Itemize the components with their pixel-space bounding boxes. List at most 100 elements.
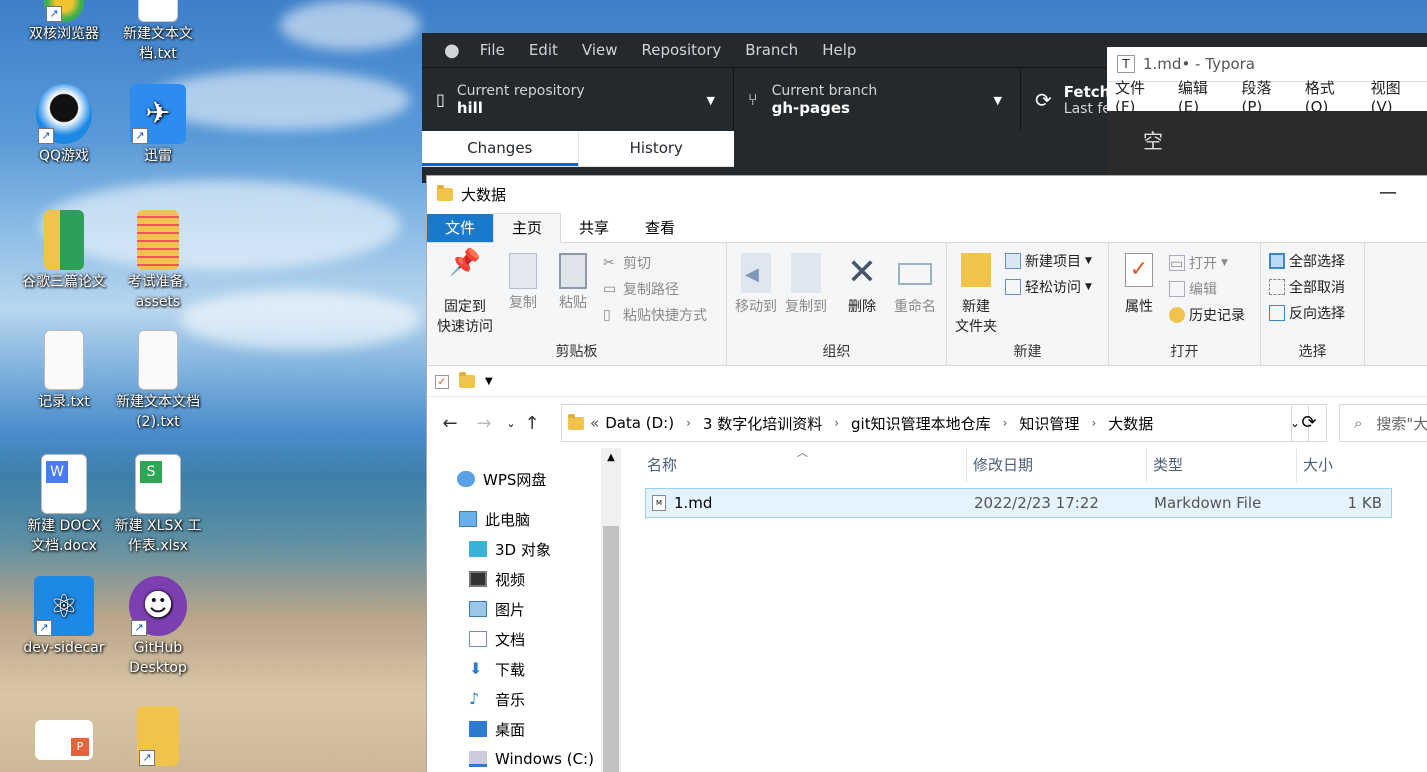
new-folder-button[interactable]: 新建 文件夹 — [951, 253, 1001, 337]
typora-editor[interactable]: 空 — [1107, 111, 1427, 168]
cut-button[interactable]: ✂ 剪切 — [603, 253, 651, 273]
desktop-icon-xlsx[interactable]: S 新建 XLSX 工 作表.xlsx — [110, 454, 206, 556]
up-arrow-icon[interactable]: ↑ — [521, 413, 543, 434]
fetch-label: Fetch — [1063, 82, 1111, 101]
copy-path-button[interactable]: ▭ 复制路径 — [603, 279, 679, 299]
paste-button[interactable]: 粘贴 — [551, 253, 595, 313]
breadcrumb-item[interactable]: 知识管理 — [1019, 413, 1079, 434]
table-row[interactable]: M 1.md 2022/2/23 17:22 Markdown File 1 K… — [645, 488, 1392, 518]
menu-edit[interactable]: Edit — [517, 41, 570, 59]
delete-button[interactable]: ✕ 删除 — [837, 253, 887, 317]
nav-item-pictures[interactable]: 图片 — [469, 598, 525, 620]
refresh-button[interactable]: ⟳ — [1291, 404, 1327, 442]
forward-arrow-icon[interactable]: → — [467, 413, 501, 434]
tab-view[interactable]: 查看 — [627, 214, 693, 242]
desktop-icon-qq-game[interactable]: ↗ QQ游戏 — [16, 84, 112, 166]
desktop-icon-label: 迅雷 — [144, 148, 172, 164]
desktop-icon-exam-assets[interactable]: 考试准备. assets — [110, 210, 206, 312]
cloud — [280, 0, 420, 50]
invert-selection-button[interactable]: 反向选择 — [1269, 303, 1345, 323]
nav-item-documents[interactable]: 文档 — [469, 628, 525, 650]
pin-quick-access-button[interactable]: 📌 固定到 快速访问 — [433, 250, 497, 337]
desktop-icon-dev-sidecar[interactable]: ⚛ ↗ dev-sidecar — [16, 576, 112, 658]
breadcrumb-item[interactable]: git知识管理本地仓库 — [851, 413, 991, 434]
menu-view[interactable]: View — [570, 41, 630, 59]
current-branch-button[interactable]: ⑂ Current branch gh-pages ▼ — [734, 68, 1021, 131]
menu-repository[interactable]: Repository — [630, 41, 734, 59]
nav-label: 桌面 — [495, 720, 526, 739]
tab-file[interactable]: 文件 — [427, 214, 494, 242]
typora-menu-view[interactable]: 视图(V) — [1363, 77, 1427, 116]
menu-branch[interactable]: Branch — [733, 41, 810, 59]
chevron-down-icon[interactable]: ▼ — [485, 376, 493, 387]
github-logo-icon: ● — [444, 39, 460, 61]
nav-item-3d-objects[interactable]: 3D 对象 — [469, 538, 551, 560]
folder-icon — [137, 210, 179, 270]
properties-button[interactable]: ✓ 属性 — [1115, 253, 1163, 317]
open-button[interactable]: ▭ 打开 ▼ — [1169, 253, 1228, 273]
desktop-icon-browser[interactable]: ↗ 双核浏览器 — [16, 0, 112, 44]
properties-check-icon[interactable]: ✓ — [435, 374, 449, 389]
select-all-button[interactable]: 全部选择 — [1269, 251, 1345, 271]
typora-menu-edit[interactable]: 编辑(E) — [1170, 77, 1234, 116]
shortcut-arrow-icon: ↗ — [131, 620, 147, 636]
tab-history[interactable]: History — [577, 131, 735, 166]
nav-item-videos[interactable]: 视频 — [469, 568, 525, 590]
desktop-icon-thunder[interactable]: ✈ ↗ 迅雷 — [110, 84, 206, 166]
breadcrumb-overflow[interactable]: « — [590, 414, 599, 432]
typora-menu-paragraph[interactable]: 段落(P) — [1234, 77, 1297, 116]
menu-help[interactable]: Help — [810, 41, 868, 59]
column-header-name[interactable]: 名称 — [641, 448, 967, 482]
breadcrumb[interactable]: « Data (D:) › 3 数字化培训资料 › git知识管理本地仓库 › 知识管… — [561, 404, 1309, 442]
nav-item-downloads[interactable]: ⬇ 下载 — [469, 658, 525, 680]
current-repository-button[interactable]: ▯ Current repository hill ▼ — [422, 68, 734, 131]
desktop-icon-textfile[interactable]: 新建文本文 档.txt — [110, 0, 206, 64]
desktop-icon-record-txt[interactable]: 记录.txt — [16, 330, 112, 412]
select-none-button[interactable]: 全部取消 — [1269, 277, 1345, 297]
desktop-icon-folder-bottom[interactable]: ↗ — [110, 706, 206, 768]
scroll-up-arrow-icon[interactable]: ▲ — [601, 448, 621, 463]
chevron-down-icon: ▼ — [993, 94, 1002, 107]
rename-button[interactable]: 重命名 — [887, 253, 943, 317]
nav-item-music[interactable]: ♪ 音乐 — [469, 688, 525, 710]
recent-chevron-icon[interactable]: ⌄ — [501, 417, 521, 430]
paste-icon — [559, 253, 587, 289]
tab-changes[interactable]: Changes — [422, 131, 578, 166]
copy-to-button[interactable]: 复制到 — [781, 253, 831, 317]
breadcrumb-item[interactable]: 大数据 — [1108, 413, 1153, 434]
nav-scrollbar[interactable]: ▲ — [601, 448, 621, 772]
minimize-button[interactable]: — — [1379, 182, 1397, 203]
typora-menu-file[interactable]: 文件(F) — [1107, 77, 1170, 116]
copy-button[interactable]: 复制 — [501, 253, 545, 313]
desktop-icon-github-desktop[interactable]: ☻ ↗ GitHub Desktop — [110, 576, 206, 678]
tab-share[interactable]: 共享 — [561, 214, 627, 242]
nav-item-wps-cloud[interactable]: WPS网盘 — [457, 468, 546, 490]
nav-item-desktop[interactable]: 桌面 — [469, 718, 525, 740]
desktop-icon-papers[interactable]: 谷歌三篇论文 — [16, 210, 112, 292]
folder-icon[interactable] — [459, 372, 475, 388]
easy-access-button[interactable]: 轻松访问 ▼ — [1005, 277, 1092, 297]
desktop-icon-docx[interactable]: W 新建 DOCX 文档.docx — [16, 454, 112, 556]
edit-button[interactable]: 编辑 — [1169, 279, 1217, 299]
column-header-type[interactable]: 类型 — [1147, 448, 1297, 482]
paste-shortcut-button[interactable]: ▯ 粘贴快捷方式 — [603, 305, 707, 325]
nav-item-this-pc[interactable]: 此电脑 — [459, 508, 530, 530]
scrollbar-thumb[interactable] — [603, 526, 619, 772]
column-header-date[interactable]: 修改日期 — [967, 448, 1147, 482]
breadcrumb-item[interactable]: Data (D:) — [605, 414, 674, 432]
search-input[interactable]: ⌕ 搜索"大 — [1339, 404, 1427, 442]
back-arrow-icon[interactable]: ← — [433, 413, 467, 434]
typora-menu-format[interactable]: 格式(O) — [1297, 77, 1363, 116]
rename-icon — [898, 263, 932, 285]
move-to-button[interactable]: ◀ 移动到 — [731, 253, 781, 317]
history-button[interactable]: 历史记录 — [1169, 305, 1245, 325]
column-header-size[interactable]: 大小 — [1297, 448, 1392, 482]
desktop-icon-ppt[interactable]: P — [16, 720, 112, 762]
desktop-icon-textfile-2[interactable]: 新建文本文档 (2).txt — [110, 330, 206, 432]
tab-home[interactable]: 主页 — [493, 213, 562, 243]
new-item-button[interactable]: 新建项目 ▼ — [1005, 251, 1092, 271]
menu-file[interactable]: File — [468, 41, 517, 59]
nav-item-windows-c[interactable]: Windows (C:) — [469, 748, 594, 770]
address-row: ← → ⌄ ↑ « Data (D:) › 3 数字化培训资料 › git知识管理本… — [427, 400, 1427, 446]
breadcrumb-item[interactable]: 3 数字化培训资料 — [703, 413, 822, 434]
